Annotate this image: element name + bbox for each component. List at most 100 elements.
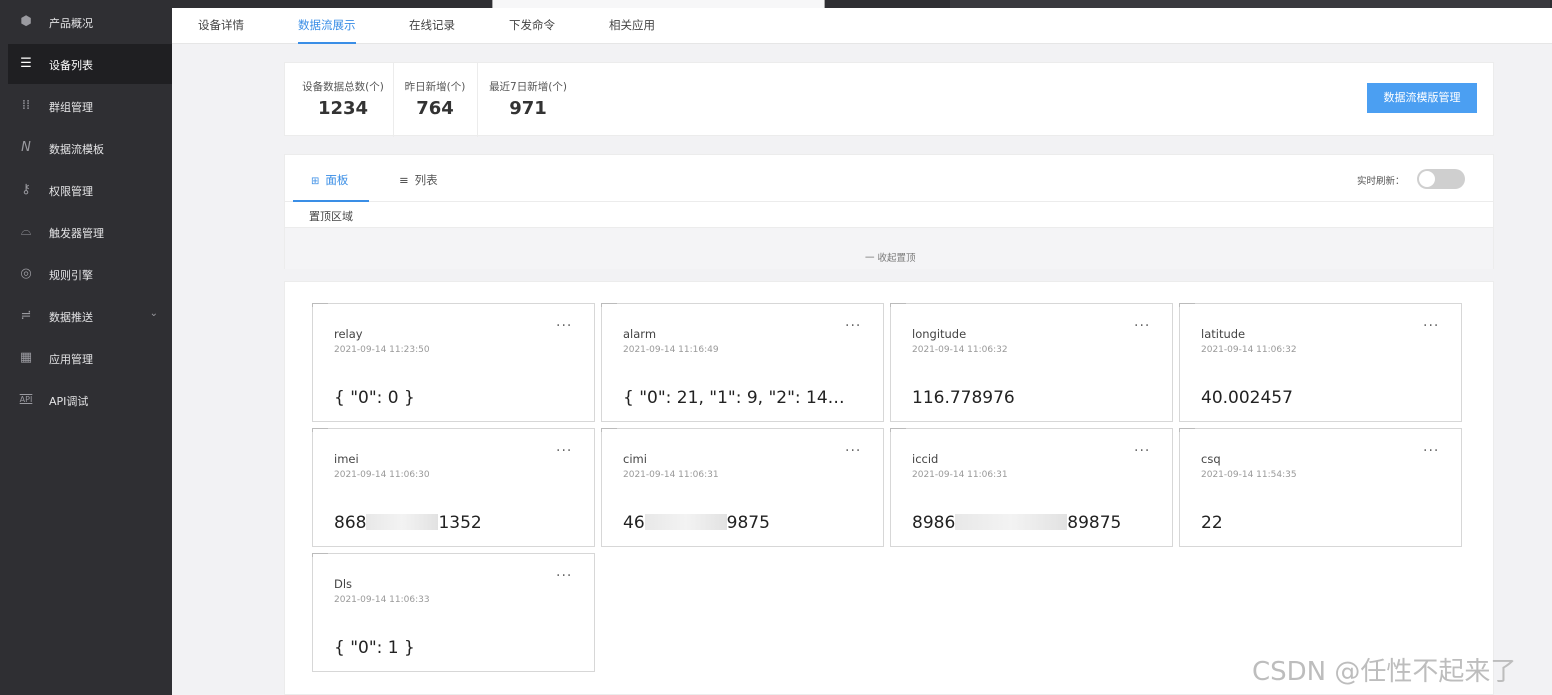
list-icon: ☰ bbox=[20, 56, 32, 71]
card-value: 22 bbox=[1201, 513, 1223, 533]
sidebar-item-label: 产品概况 bbox=[49, 17, 93, 30]
pinned-area-title: 置顶区域 bbox=[309, 210, 353, 223]
sidebar-item-label: 规则引擎 bbox=[49, 269, 93, 282]
more-icon[interactable]: ··· bbox=[556, 318, 572, 334]
card-time: 2021-09-14 11:06:31 bbox=[912, 470, 1008, 480]
datastream-card-alarm[interactable]: alarm 2021-09-14 11:16:49 ··· { "0": 21,… bbox=[601, 303, 884, 422]
datastream-card-csq[interactable]: csq 2021-09-14 11:54:35 ··· 22 bbox=[1179, 428, 1462, 547]
tab-device-details[interactable]: 设备详情 bbox=[198, 17, 244, 33]
apps-icon: ▦ bbox=[19, 350, 33, 365]
card-corner-tab bbox=[601, 428, 617, 432]
sidebar-item-permission-management[interactable]: ⚷ 权限管理 bbox=[0, 170, 172, 210]
card-value: 8986 89875 bbox=[912, 513, 1157, 533]
card-corner-tab bbox=[1179, 303, 1195, 307]
pinned-area: 一 收起置顶 bbox=[285, 227, 1493, 269]
sidebar-item-device-list[interactable]: ☰ 设备列表 bbox=[8, 44, 172, 84]
datastream-card-relay[interactable]: relay 2021-09-14 11:23:50 ··· { "0": 0 } bbox=[312, 303, 595, 422]
sidebar-item-datastream-template[interactable]: N 数据流模板 bbox=[0, 128, 172, 168]
more-icon[interactable]: ··· bbox=[845, 443, 861, 459]
more-icon[interactable]: ··· bbox=[1423, 318, 1439, 334]
datastream-card-imei[interactable]: imei 2021-09-14 11:06:30 ··· 868 1352 bbox=[312, 428, 595, 547]
top-strip bbox=[172, 0, 1552, 8]
tab-send-command[interactable]: 下发命令 bbox=[509, 17, 555, 33]
tab-list-view[interactable]: ≡ 列表 bbox=[399, 172, 438, 188]
realtime-refresh-label: 实时刷新： bbox=[1357, 176, 1405, 187]
background-window-strip-dark bbox=[950, 0, 1550, 8]
card-corner-tab bbox=[312, 553, 328, 557]
card-corner-tab bbox=[890, 303, 906, 307]
active-view-tab-indicator bbox=[293, 200, 369, 202]
value-suffix: 9875 bbox=[726, 513, 770, 533]
tab-datastream-display[interactable]: 数据流展示 bbox=[298, 17, 356, 33]
sidebar-item-group-management[interactable]: ⁞⁞ 群组管理 bbox=[0, 86, 172, 126]
sidebar-item-data-push[interactable]: ≓ 数据推送 ⌄ bbox=[0, 296, 172, 336]
masked-region bbox=[366, 514, 439, 530]
tab-related-apps[interactable]: 相关应用 bbox=[609, 17, 655, 33]
more-icon[interactable]: ··· bbox=[1423, 443, 1439, 459]
stat-total: 设备数据总数(个) 1234 bbox=[293, 79, 393, 119]
card-name: cimi bbox=[623, 452, 647, 466]
stat-value: 971 bbox=[509, 98, 547, 119]
card-name: longitude bbox=[912, 327, 967, 341]
sidebar-item-api-debug[interactable]: API API调试 bbox=[0, 380, 172, 420]
more-icon[interactable]: ··· bbox=[845, 318, 861, 334]
cube-icon: ⬢ bbox=[20, 14, 32, 29]
tab-panel-view[interactable]: ⊞ 面板 bbox=[311, 172, 348, 188]
grid-dots-icon: ⁞⁞ bbox=[21, 98, 31, 113]
tab-label: 列表 bbox=[414, 173, 438, 187]
toggle-knob bbox=[1419, 171, 1435, 187]
value-suffix: 1352 bbox=[438, 513, 482, 533]
card-value: { "0": 21, "1": 9, "2": 14… bbox=[623, 388, 845, 408]
collapse-pinned-button[interactable]: 一 收起置顶 bbox=[865, 250, 916, 264]
realtime-refresh-toggle[interactable] bbox=[1417, 169, 1465, 189]
card-corner-tab bbox=[890, 428, 906, 432]
push-icon: ≓ bbox=[20, 308, 32, 323]
sidebar-item-label: 数据流模板 bbox=[49, 143, 104, 156]
sidebar-item-label: 触发器管理 bbox=[49, 227, 104, 240]
list-lines-icon: ≡ bbox=[399, 173, 409, 187]
sidebar-item-label: 数据推送 bbox=[49, 311, 93, 324]
tab-online-records[interactable]: 在线记录 bbox=[409, 17, 455, 33]
engine-icon: ◎ bbox=[20, 266, 32, 281]
chevron-down-icon[interactable]: ⌄ bbox=[150, 308, 158, 319]
sidebar-item-rule-engine[interactable]: ◎ 规则引擎 bbox=[0, 254, 172, 294]
datastream-card-dls[interactable]: Dls 2021-09-14 11:06:33 ··· { "0": 1 } bbox=[312, 553, 595, 672]
datastream-template-manage-button[interactable]: 数据流模版管理 bbox=[1367, 83, 1477, 113]
card-time: 2021-09-14 11:54:35 bbox=[1201, 470, 1297, 480]
card-name: imei bbox=[334, 452, 359, 466]
sidebar-item-product-overview[interactable]: ⬢ 产品概况 bbox=[0, 2, 172, 42]
card-time: 2021-09-14 11:23:50 bbox=[334, 345, 430, 355]
more-icon[interactable]: ··· bbox=[1134, 443, 1150, 459]
card-name: csq bbox=[1201, 452, 1221, 466]
value-prefix: 46 bbox=[623, 513, 645, 533]
card-corner-tab bbox=[601, 303, 617, 307]
card-time: 2021-09-14 11:16:49 bbox=[623, 345, 719, 355]
card-time: 2021-09-14 11:06:32 bbox=[1201, 345, 1297, 355]
more-icon[interactable]: ··· bbox=[556, 568, 572, 584]
datastream-card-longitude[interactable]: longitude 2021-09-14 11:06:32 ··· 116.77… bbox=[890, 303, 1173, 422]
datastream-card-latitude[interactable]: latitude 2021-09-14 11:06:32 ··· 40.0024… bbox=[1179, 303, 1462, 422]
trigger-icon: ⌓ bbox=[20, 224, 32, 239]
more-icon[interactable]: ··· bbox=[556, 443, 572, 459]
sidebar-item-app-management[interactable]: ▦ 应用管理 bbox=[0, 338, 172, 378]
stat-label: 昨日新增(个) bbox=[404, 81, 466, 93]
tab-divider bbox=[285, 201, 1493, 202]
stat-value: 764 bbox=[416, 98, 454, 119]
sidebar-item-label: 群组管理 bbox=[49, 101, 93, 114]
card-corner-tab bbox=[1179, 428, 1195, 432]
sidebar-item-label: API调试 bbox=[49, 395, 89, 408]
card-value: 40.002457 bbox=[1201, 388, 1293, 408]
card-name: Dls bbox=[334, 577, 353, 591]
more-icon[interactable]: ··· bbox=[1134, 318, 1150, 334]
background-window-strip bbox=[492, 0, 825, 8]
datastream-card-iccid[interactable]: iccid 2021-09-14 11:06:31 ··· 8986 89875 bbox=[890, 428, 1173, 547]
card-value: { "0": 1 } bbox=[334, 638, 415, 658]
card-time: 2021-09-14 11:06:31 bbox=[623, 470, 719, 480]
card-time: 2021-09-14 11:06:32 bbox=[912, 345, 1008, 355]
card-value: 868 1352 bbox=[334, 513, 579, 533]
datastream-card-cimi[interactable]: cimi 2021-09-14 11:06:31 ··· 46 9875 bbox=[601, 428, 884, 547]
api-icon: API bbox=[19, 395, 33, 404]
card-name: relay bbox=[334, 327, 363, 341]
sidebar-item-trigger-management[interactable]: ⌓ 触发器管理 bbox=[0, 212, 172, 252]
datastream-cards-area: relay 2021-09-14 11:23:50 ··· { "0": 0 }… bbox=[284, 281, 1494, 695]
